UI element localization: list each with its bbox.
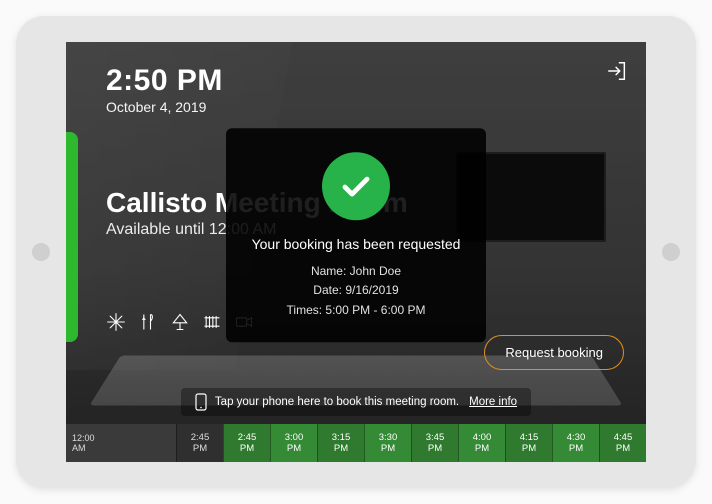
timeline-start: 12:00 AM [66, 424, 114, 462]
phone-icon [195, 393, 207, 411]
tablet-camera [32, 243, 50, 261]
request-booking-button[interactable]: Request booking [484, 335, 624, 370]
radiator-icon [202, 312, 222, 332]
timeline-slot[interactable]: 3:30PM [364, 424, 411, 462]
modal-name-line: Name: John Doe [244, 262, 468, 281]
booking-confirmation-modal: Your booking has been requested Name: Jo… [226, 128, 486, 342]
modal-message: Your booking has been requested [244, 236, 468, 252]
nfc-tap-banner: Tap your phone here to book this meeting… [66, 388, 646, 416]
modal-date-line: Date: 9/16/2019 [244, 282, 468, 301]
timeline-slot[interactable]: 4:30PM [552, 424, 599, 462]
clock-header: 2:50 PM October 4, 2019 [106, 64, 223, 115]
availability-status-bar [66, 132, 78, 342]
snowflake-icon [106, 312, 126, 332]
timeline-slot[interactable]: 2:45PM [176, 424, 223, 462]
timeline-slot[interactable]: 2:45PM [223, 424, 270, 462]
timeline-gap[interactable] [114, 424, 176, 462]
timeline-slot[interactable]: 4:00PM [458, 424, 505, 462]
presentation-icon [170, 312, 190, 332]
modal-times-line: Times: 5:00 PM - 6:00 PM [244, 301, 468, 320]
timeline-slot[interactable]: 4:45PM [599, 424, 646, 462]
timeline-slot[interactable]: 4:15PM [505, 424, 552, 462]
more-info-link[interactable]: More info [469, 396, 517, 408]
tablet-frame: 2:50 PM October 4, 2019 Callisto Meeting… [16, 16, 696, 488]
exit-icon[interactable] [606, 60, 628, 82]
current-time: 2:50 PM [106, 64, 223, 98]
catering-icon [138, 312, 158, 332]
current-date: October 4, 2019 [106, 99, 223, 115]
app-screen: 2:50 PM October 4, 2019 Callisto Meeting… [66, 42, 646, 462]
timeline-slot[interactable]: 3:00PM [270, 424, 317, 462]
timeline[interactable]: 12:00 AM 2:45PM2:45PM3:00PM3:15PM3:30PM3… [66, 424, 646, 462]
timeline-slot[interactable]: 3:15PM [317, 424, 364, 462]
timeline-slot[interactable]: 3:45PM [411, 424, 458, 462]
checkmark-icon [322, 152, 390, 220]
nfc-tap-text: Tap your phone here to book this meeting… [215, 396, 459, 408]
tablet-home-button[interactable] [662, 243, 680, 261]
